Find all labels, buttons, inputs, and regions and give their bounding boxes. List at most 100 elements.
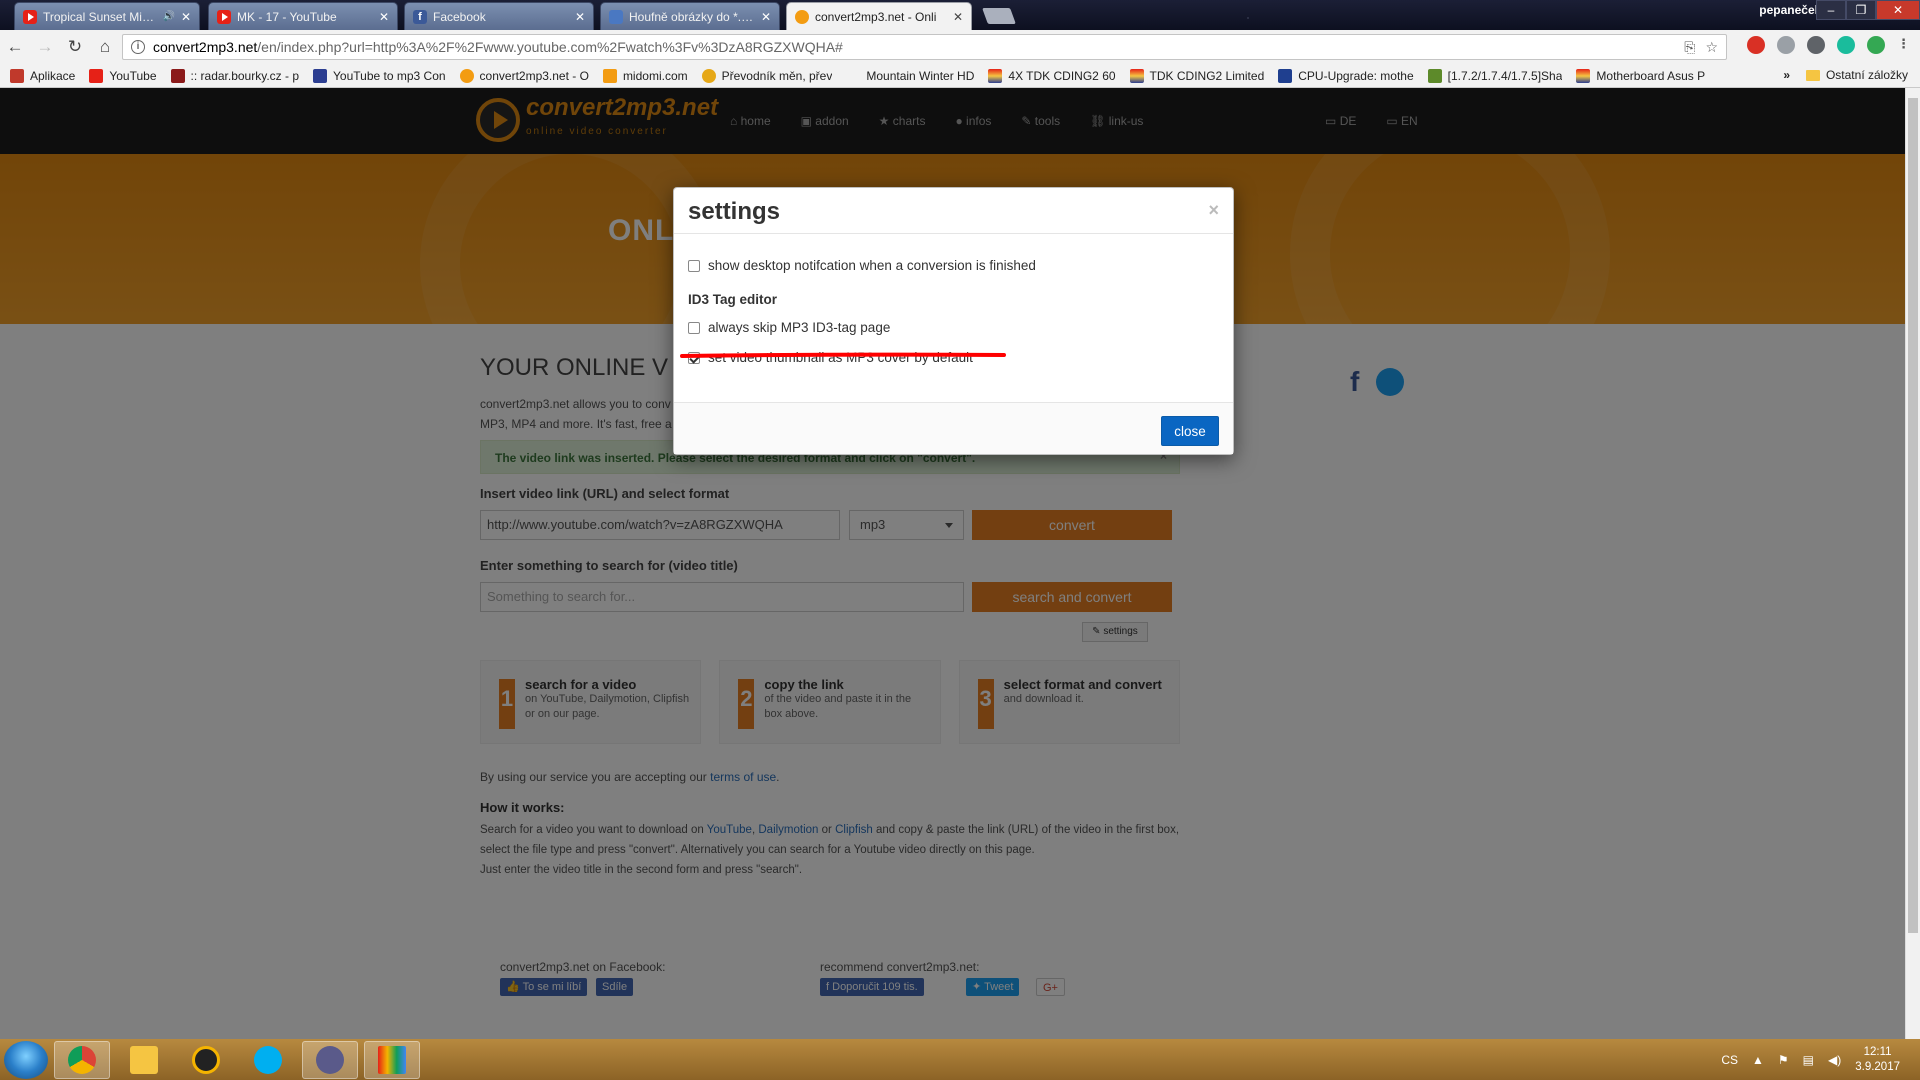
desktop-notification-checkbox[interactable] (688, 259, 700, 272)
modal-body: show desktop notifcation when a conversi… (674, 234, 1233, 404)
minimize-icon[interactable]: – (1816, 0, 1846, 20)
bookmark-label: [1.7.2/1.7.4/1.7.5]Sha (1447, 68, 1563, 83)
shop-icon (1576, 68, 1591, 83)
bookmark-apps[interactable]: Aplikace (10, 68, 75, 83)
tab-tropical-sunset[interactable]: Tropical Sunset Mix 2 🔊 ✕ (14, 2, 200, 30)
bookmarks-bar: Aplikace YouTube :: radar.bourky.cz - p … (0, 64, 1920, 88)
youtube-icon (89, 68, 104, 83)
close-icon[interactable]: ✕ (379, 10, 389, 24)
extension-red-icon[interactable] (1747, 36, 1765, 54)
bookmark-tdk-60[interactable]: 4X TDK CDING2 60 (988, 68, 1116, 83)
window-close-icon[interactable]: ✕ (1876, 0, 1920, 20)
other-bookmarks[interactable]: Ostatní záložky (1805, 68, 1908, 82)
extension-gear-icon[interactable] (1807, 36, 1825, 54)
bookmark-label: midomi.com (622, 68, 688, 83)
close-icon[interactable]: ✕ (953, 10, 963, 24)
flag-icon[interactable]: ⚑ (1778, 1053, 1789, 1067)
taskbar-app-triangle[interactable] (178, 1041, 234, 1079)
close-icon[interactable]: ✕ (575, 10, 585, 24)
taskbar-explorer[interactable] (116, 1041, 172, 1079)
skip-id3-option[interactable]: always skip MP3 ID3-tag page (688, 320, 890, 335)
reload-icon[interactable]: ↻ (60, 37, 90, 57)
modal-close-icon[interactable]: × (1208, 200, 1219, 221)
clock-date: 3.9.2017 (1855, 1060, 1900, 1073)
close-icon[interactable]: ✕ (761, 10, 771, 24)
bookmark-tdk-limited[interactable]: TDK CDING2 Limited (1129, 68, 1264, 83)
extension-sync-icon[interactable] (1777, 36, 1795, 54)
clock[interactable]: 12:11 3.9.2017 (1855, 1045, 1900, 1075)
tab-facebook[interactable]: f Facebook ✕ (404, 2, 594, 30)
taskbar-media[interactable] (364, 1040, 420, 1079)
desktop-notification-option[interactable]: show desktop notifcation when a conversi… (688, 258, 1036, 273)
folder-icon (1805, 69, 1820, 81)
menu-dots-icon[interactable]: ⋮ (1897, 36, 1910, 54)
close-icon[interactable]: ✕ (181, 10, 191, 24)
window-controls: – ❐ ✕ (1816, 0, 1920, 20)
modal-header: settings × (674, 188, 1233, 234)
convert2mp3-icon (459, 68, 474, 83)
modal-title: settings (688, 198, 781, 225)
bookmark-radar[interactable]: :: radar.bourky.cz - p (170, 68, 300, 83)
close-button[interactable]: close (1161, 416, 1219, 446)
extension-m-icon[interactable] (1837, 36, 1855, 54)
show-hidden-icons-icon[interactable]: ▲ (1752, 1053, 1764, 1067)
bookmark-star-icon[interactable]: ☆ (1705, 39, 1718, 56)
folder-icon (130, 1045, 158, 1074)
browser-tab-strip: Tropical Sunset Mix 2 🔊 ✕ MK - 17 - YouT… (0, 0, 1920, 30)
tab-title: convert2mp3.net - Onli (815, 9, 937, 24)
translate-icon[interactable]: ⎘ (1684, 39, 1695, 56)
bookmark-youtube[interactable]: YouTube (89, 68, 157, 83)
taskbar-chrome[interactable] (54, 1040, 110, 1079)
tab-title: Houfně obrázky do *.mp (629, 9, 755, 24)
red-highlight-underline (680, 352, 1006, 358)
apps-grid-icon (10, 68, 24, 83)
chart-icon (1278, 68, 1293, 83)
network-icon[interactable]: ▤ (1803, 1053, 1814, 1067)
tab-title: Facebook (433, 9, 486, 24)
triangle-app-icon (192, 1045, 220, 1074)
bookmarks-more-button[interactable]: » (1783, 68, 1790, 82)
tab-houfne-obrazky[interactable]: Houfně obrázky do *.mp ✕ (600, 2, 780, 30)
maximize-icon[interactable]: ❐ (1846, 0, 1876, 20)
scrollbar-thumb[interactable] (1908, 98, 1918, 933)
tab-title: Tropical Sunset Mix 2 (43, 9, 157, 24)
tab-convert2mp3[interactable]: convert2mp3.net - Onli ✕ (786, 2, 972, 30)
bookmark-shaders[interactable]: [1.7.2/1.7.4/1.7.5]Sha (1427, 68, 1563, 83)
bookmark-mountain-winter[interactable]: Mountain Winter HD (846, 68, 974, 83)
film-icon (378, 1045, 406, 1074)
tab-mk-17[interactable]: MK - 17 - YouTube ✕ (208, 2, 398, 30)
bookmark-label: YouTube to mp3 Con (333, 68, 446, 83)
info-icon[interactable]: i (131, 40, 145, 54)
bookmark-label: Převodník měn, přev (721, 68, 833, 83)
midomi-icon (602, 68, 617, 83)
currency-icon (701, 68, 716, 83)
input-language[interactable]: CS (1721, 1053, 1738, 1067)
skip-id3-checkbox[interactable] (688, 321, 700, 334)
home-icon[interactable]: ⌂ (90, 37, 120, 57)
bookmark-label: 4X TDK CDING2 60 (1008, 68, 1116, 83)
back-arrow-icon[interactable]: ← (0, 37, 30, 57)
bookmark-midomi[interactable]: midomi.com (602, 68, 688, 83)
page-scrollbar[interactable] (1905, 88, 1920, 1039)
chrome-icon (68, 1045, 96, 1074)
taskbar-torrent[interactable] (302, 1040, 358, 1079)
taskbar-skype[interactable] (240, 1041, 296, 1079)
audio-icon: 🔊 (162, 11, 175, 22)
bookmark-prevodnik[interactable]: Převodník měn, přev (701, 68, 833, 83)
windows-taskbar: CS ▲ ⚑ ▤ ◀) 12:11 3.9.2017 (0, 1039, 1920, 1080)
forward-arrow-icon[interactable]: → (30, 37, 60, 57)
torrent-icon (316, 1045, 344, 1074)
new-tab-button[interactable] (982, 8, 1016, 24)
address-bar[interactable]: i convert2mp3.net/en/index.php?url=http%… (122, 34, 1727, 60)
clock-time: 12:11 (1863, 1045, 1892, 1058)
browser-toolbar: ← → ↻ ⌂ i convert2mp3.net/en/index.php?u… (0, 30, 1920, 64)
bookmark-youtube-to-mp3[interactable]: YouTube to mp3 Con (313, 68, 446, 83)
bookmark-motherboard[interactable]: Motherboard Asus P (1576, 68, 1705, 83)
system-tray: CS ▲ ⚑ ▤ ◀) 12:11 3.9.2017 (1721, 1039, 1900, 1080)
bookmark-label: :: radar.bourky.cz - p (190, 68, 300, 83)
bookmark-cpu-upgrade[interactable]: CPU-Upgrade: mothe (1278, 68, 1414, 83)
start-button[interactable] (4, 1040, 48, 1079)
bookmark-convert2mp3[interactable]: convert2mp3.net - O (459, 68, 589, 83)
volume-icon[interactable]: ◀) (1828, 1053, 1841, 1067)
extension-green-icon[interactable] (1867, 36, 1885, 54)
